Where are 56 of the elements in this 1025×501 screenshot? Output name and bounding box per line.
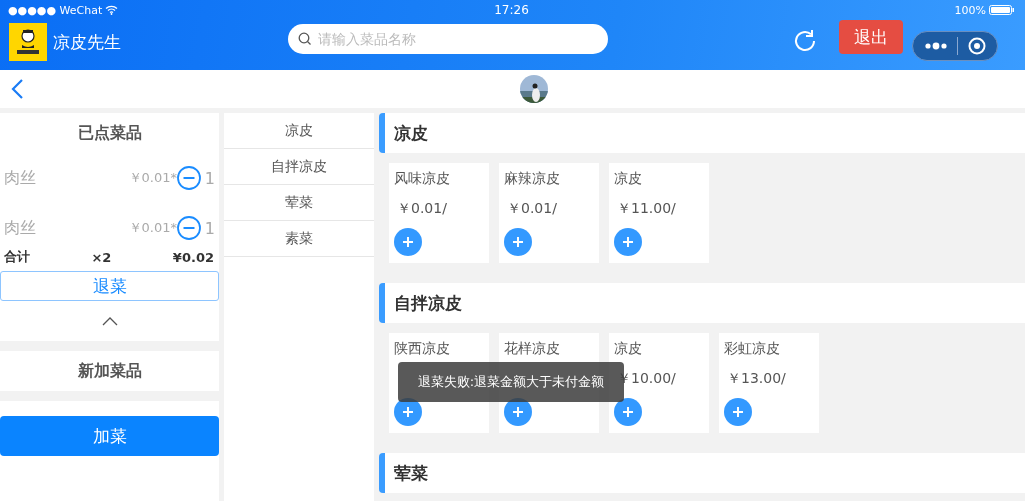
section-title: 荤菜	[394, 461, 428, 485]
dish-name: 凉皮	[614, 340, 643, 358]
dish-name: 彩虹凉皮	[724, 340, 781, 358]
category-item[interactable]: 素菜	[224, 221, 374, 257]
dish-name: 肉丝	[3, 167, 37, 189]
dish-price: ￥0.01*	[128, 219, 177, 237]
dish-name: 麻辣凉皮	[504, 170, 561, 188]
minus-icon[interactable]	[177, 166, 201, 190]
add-dish-button[interactable]: 加菜	[0, 416, 219, 456]
plus-icon	[622, 236, 634, 248]
section-title: 凉皮	[394, 121, 428, 145]
capsule-menu[interactable]	[912, 31, 998, 61]
section-title: 已点菜品	[76, 122, 143, 144]
carrier-text: ●●●●● WeChat	[8, 3, 103, 17]
app-title: 凉皮先生	[53, 30, 121, 54]
refresh-icon[interactable]	[792, 28, 818, 54]
category-item[interactable]: 凉皮	[224, 113, 374, 149]
logo-icon	[9, 23, 47, 61]
plus-icon	[732, 406, 744, 418]
add-button[interactable]	[614, 398, 642, 426]
quantity: 1	[203, 218, 216, 238]
clock-time: 17:26	[494, 3, 529, 17]
dish-name: 花样凉皮	[504, 340, 561, 358]
battery-icon	[989, 5, 1015, 15]
dish-price: ￥0.01/	[506, 200, 558, 218]
total-amount: ¥0.02	[172, 249, 214, 265]
close-icon[interactable]	[968, 37, 987, 55]
section-title: 自拌凉皮	[394, 291, 462, 315]
back-icon[interactable]	[10, 78, 24, 100]
dish-name: 风味凉皮	[394, 170, 451, 188]
category-item[interactable]: 荤菜	[224, 185, 374, 221]
search-field[interactable]: 请输入菜品名称	[288, 24, 608, 54]
quantity: 1	[203, 168, 216, 188]
total-label: 合计	[4, 248, 30, 266]
dish-name: 肉丝	[3, 217, 37, 239]
total-count: ×2	[91, 249, 112, 265]
more-icon[interactable]	[923, 42, 948, 50]
minus-icon[interactable]	[177, 216, 201, 240]
category-item[interactable]: 自拌凉皮	[224, 149, 374, 185]
section-title: 新加菜品	[76, 360, 143, 382]
plus-icon	[402, 236, 414, 248]
plus-icon	[512, 406, 524, 418]
plus-icon	[622, 406, 634, 418]
plus-icon	[402, 406, 414, 418]
plus-icon	[512, 236, 524, 248]
battery-percent: 100%	[954, 3, 986, 17]
logout-button[interactable]: 退出	[839, 20, 903, 54]
wifi-icon	[105, 5, 119, 15]
dish-name: 凉皮	[614, 170, 643, 188]
dish-name: 陕西凉皮	[394, 340, 451, 358]
return-dish-button[interactable]: 退菜	[0, 271, 219, 301]
dish-price: ￥13.00/	[726, 370, 787, 388]
dish-price: ￥11.00/	[616, 200, 677, 218]
dish-price: ￥0.01*	[128, 169, 177, 187]
dish-price: ￥0.01/	[396, 200, 448, 218]
chevron-up-icon[interactable]	[101, 316, 118, 326]
